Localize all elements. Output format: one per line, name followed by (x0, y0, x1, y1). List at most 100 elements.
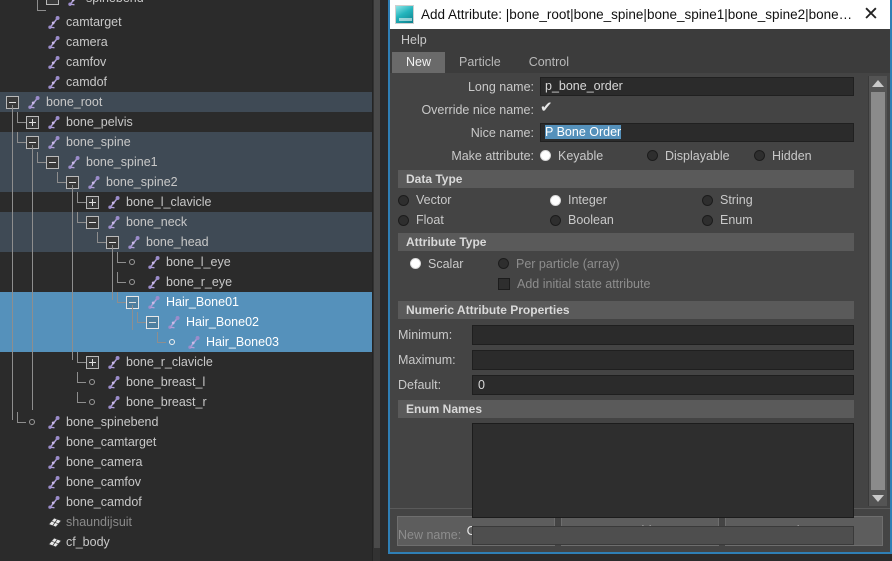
expand-toggle[interactable] (86, 196, 99, 209)
tab-new[interactable]: New (392, 52, 446, 73)
menu-item-help[interactable]: Help (401, 33, 427, 47)
tab-control[interactable]: Control (514, 52, 583, 73)
tree-connector (97, 242, 106, 243)
outliner-scrollbar-thumb[interactable] (374, 0, 380, 548)
tree-connector (77, 382, 86, 383)
long-name-input[interactable]: p_bone_order (540, 77, 854, 96)
bone-icon (187, 335, 202, 350)
minimum-input[interactable] (472, 325, 854, 345)
outliner-row[interactable]: spinebend (0, 0, 380, 12)
outliner-row[interactable]: cf_body (0, 532, 380, 552)
outliner-row[interactable]: bone_head (0, 232, 380, 252)
long-name-row: Long name: p_bone_order (394, 76, 866, 97)
radio-string[interactable]: String (702, 193, 854, 207)
radio-displayable[interactable]: Displayable (647, 149, 754, 163)
collapse-toggle[interactable] (146, 316, 159, 329)
expand-toggle[interactable] (86, 356, 99, 369)
bone-icon (147, 275, 162, 290)
outliner-row[interactable]: bone_pelvis (0, 112, 380, 132)
outliner-row[interactable]: bone_r_clavicle (0, 352, 380, 372)
outliner-row[interactable]: bone_r_eye (0, 272, 380, 292)
minimum-row: Minimum: (394, 324, 866, 346)
outliner-panel[interactable]: spinebend camtarget camera camfov camdof bone… (0, 0, 380, 561)
check-icon: ✔ (540, 99, 553, 116)
dialog-scrollbar-thumb[interactable] (871, 92, 885, 490)
bone-icon (47, 75, 62, 90)
outliner-row[interactable]: shaundijsuit (0, 512, 380, 532)
tree-connector (77, 392, 78, 403)
radio-scalar[interactable]: Scalar (410, 257, 463, 271)
outliner-row[interactable]: bone_l_clavicle (0, 192, 380, 212)
outliner-row[interactable]: bone_camdof (0, 492, 380, 512)
outliner-row[interactable]: bone_l_eye (0, 252, 380, 272)
outliner-row[interactable]: bone_camera (0, 452, 380, 472)
outliner-row[interactable]: Hair_Bone01 (0, 292, 380, 312)
collapse-toggle[interactable] (46, 156, 59, 169)
tree-connector (57, 182, 66, 183)
collapse-toggle[interactable] (86, 216, 99, 229)
radio-integer-label: Integer (568, 193, 607, 207)
outliner-row[interactable]: bone_spine (0, 132, 380, 152)
bone-icon (87, 175, 102, 190)
tab-particle[interactable]: Particle (445, 52, 515, 73)
override-nice-name-checkbox[interactable]: ✔ (540, 99, 553, 116)
bone-icon (47, 35, 62, 50)
outliner-row[interactable]: bone_camfov (0, 472, 380, 492)
attribute-type-section-header: Attribute Type (398, 233, 854, 251)
tree-connector (112, 245, 113, 300)
outliner-row[interactable]: bone_root (0, 92, 380, 112)
radio-hidden[interactable]: Hidden (754, 149, 854, 163)
outliner-row[interactable]: bone_camtarget (0, 432, 380, 452)
dialog-titlebar[interactable]: Add Attribute: |bone_root|bone_spine|bon… (390, 0, 890, 29)
bone-icon (107, 375, 122, 390)
attribute-type-row-1: Scalar Per particle (array) (394, 256, 866, 274)
outliner-row[interactable]: bone_spine2 (0, 172, 380, 192)
tree-connector (117, 282, 126, 283)
enum-names-list[interactable] (472, 423, 854, 518)
radio-scalar-label: Scalar (428, 256, 464, 271)
expand-toggle[interactable] (26, 116, 39, 129)
radio-displayable-label: Displayable (665, 148, 730, 163)
radio-keyable[interactable]: Keyable (540, 149, 647, 163)
bone-icon (47, 435, 62, 450)
outliner-row[interactable]: bone_spinebend (0, 412, 380, 432)
outliner-row[interactable]: bone_breast_r (0, 392, 380, 412)
radio-integer[interactable]: Integer (550, 193, 702, 207)
scroll-down-arrow-icon[interactable] (872, 495, 884, 502)
leaf-node-marker (89, 379, 95, 385)
outliner-row-label: bone_camdof (66, 495, 142, 509)
nice-name-input[interactable]: P Bone Order (540, 123, 854, 142)
bone-icon (47, 415, 62, 430)
new-name-input[interactable] (472, 525, 854, 545)
outliner-row[interactable]: camtarget (0, 12, 380, 32)
attribute-form: Long name: p_bone_order Override nice na… (390, 76, 868, 545)
outliner-row[interactable]: camdof (0, 72, 380, 92)
close-icon[interactable]: ✕ (856, 1, 886, 28)
outliner-row-label: cf_body (66, 535, 110, 549)
outliner-row[interactable]: bone_spine1 (0, 152, 380, 172)
outliner-row[interactable]: Hair_Bone02 (0, 312, 380, 332)
outliner-scrollbar[interactable] (372, 0, 380, 561)
radio-boolean[interactable]: Boolean (550, 213, 702, 227)
outliner-row-label: bone_head (146, 235, 209, 249)
collapse-toggle[interactable] (46, 0, 59, 5)
outliner-row[interactable]: bone_neck (0, 212, 380, 232)
outliner-row[interactable]: camfov (0, 52, 380, 72)
tree-connector (17, 422, 26, 423)
tree-connector (37, 10, 46, 11)
tree-connector (72, 185, 73, 360)
dialog-body: Long name: p_bone_order Override nice na… (390, 73, 890, 545)
maximum-input[interactable] (472, 350, 854, 370)
radio-float[interactable]: Float (398, 213, 550, 227)
nice-name-row: Nice name: P Bone Order (394, 122, 866, 143)
default-input[interactable]: 0 (472, 375, 854, 395)
dialog-title: Add Attribute: |bone_root|bone_spine|bon… (421, 7, 856, 22)
outliner-row[interactable]: bone_breast_l (0, 372, 380, 392)
default-row: Default: 0 (394, 374, 866, 396)
outliner-row[interactable]: Hair_Bone03 (0, 332, 380, 352)
radio-vector[interactable]: Vector (398, 193, 550, 207)
dialog-scrollbar[interactable] (868, 76, 887, 506)
scroll-up-arrow-icon[interactable] (872, 80, 884, 87)
outliner-row[interactable]: camera (0, 32, 380, 52)
radio-enum[interactable]: Enum (702, 213, 854, 227)
